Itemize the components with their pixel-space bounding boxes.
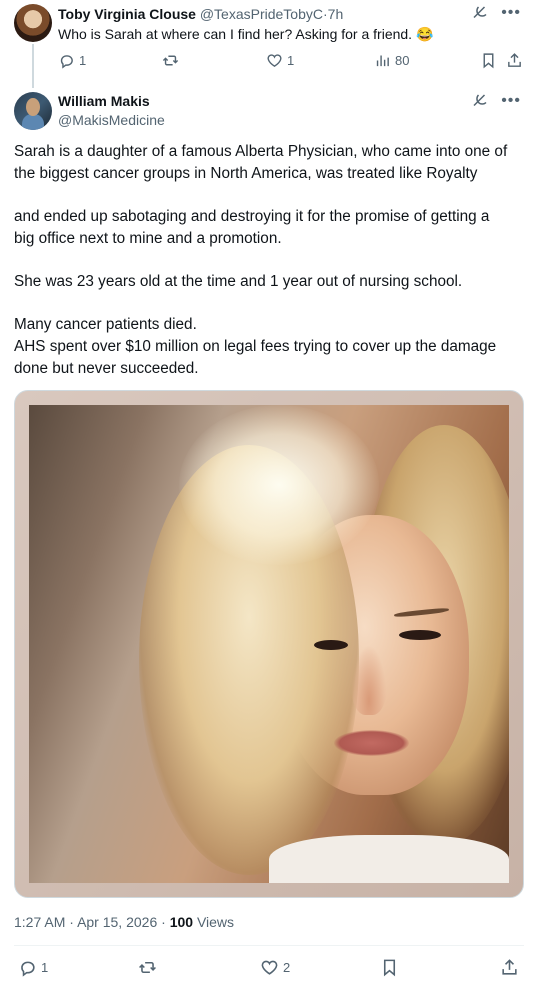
text-line: the biggest cancer groups in North Ameri… bbox=[14, 165, 478, 182]
heart-icon bbox=[261, 960, 278, 975]
share-button[interactable] bbox=[500, 958, 519, 977]
views-button[interactable]: 80 bbox=[374, 52, 409, 69]
tweet-photo[interactable] bbox=[14, 390, 524, 898]
separator: · bbox=[161, 914, 166, 930]
post-date[interactable]: Apr 15, 2026 bbox=[77, 914, 157, 930]
views-count: 100 bbox=[169, 914, 194, 930]
main-header-icons: ••• bbox=[471, 92, 521, 110]
like-button[interactable]: 1 bbox=[266, 52, 294, 69]
reply-count: 1 bbox=[41, 960, 49, 975]
author-handle[interactable]: @TexasPrideTobyC bbox=[200, 6, 323, 22]
author-name[interactable]: Toby Virginia Clouse bbox=[58, 6, 196, 22]
views-count: 80 bbox=[395, 53, 410, 68]
repost-button[interactable] bbox=[162, 52, 179, 69]
tweet-text: Sarah is a daughter of a famous Alberta … bbox=[14, 141, 524, 380]
reply-action-bar: 1 1 80 bbox=[58, 52, 524, 74]
thread-line bbox=[32, 44, 34, 88]
text-line: AHS spent over $10 million on legal fees… bbox=[14, 338, 497, 355]
text-line: She was 23 years old at the time and 1 y… bbox=[14, 273, 463, 290]
text-line: Many cancer patients died. bbox=[14, 316, 197, 333]
bookmark-icon bbox=[383, 959, 396, 977]
author-handle[interactable]: @MakisMedicine bbox=[58, 112, 165, 128]
more-icon[interactable]: ••• bbox=[501, 4, 521, 22]
repost-icon bbox=[162, 55, 179, 66]
portrait-image bbox=[29, 405, 509, 883]
views-label: Views bbox=[196, 914, 235, 930]
reply-button[interactable]: 1 bbox=[58, 52, 86, 69]
reply-icon bbox=[60, 55, 73, 69]
separator: · bbox=[69, 914, 74, 930]
divider bbox=[14, 945, 524, 946]
reply-header-icons: ••• bbox=[471, 4, 521, 22]
text-line: done but never succeeded. bbox=[14, 360, 199, 377]
reply-icon bbox=[21, 961, 35, 977]
share-icon bbox=[508, 53, 521, 67]
avatar[interactable] bbox=[14, 92, 52, 130]
grok-icon[interactable] bbox=[471, 4, 489, 22]
heart-icon bbox=[267, 54, 282, 68]
bookmark-button[interactable] bbox=[480, 52, 497, 69]
analytics-icon bbox=[376, 55, 389, 67]
like-count: 2 bbox=[283, 960, 291, 975]
reply-header: Toby Virginia Clouse @TexasPrideTobyC·7h bbox=[58, 6, 343, 22]
bookmark-icon bbox=[483, 53, 494, 69]
main-action-bar: 1 2 bbox=[14, 958, 524, 980]
repost-button[interactable] bbox=[138, 958, 157, 977]
more-icon[interactable]: ••• bbox=[501, 92, 521, 110]
post-time[interactable]: 1:27 AM bbox=[14, 914, 65, 930]
share-icon bbox=[502, 959, 517, 975]
like-count: 1 bbox=[287, 53, 295, 68]
avatar[interactable] bbox=[14, 4, 52, 42]
text-line: Sarah is a daughter of a famous Alberta … bbox=[14, 143, 508, 160]
timestamp[interactable]: 7h bbox=[328, 6, 344, 22]
reply-text: Who is Sarah at where can I find her? As… bbox=[58, 26, 434, 42]
text-line: big office next to mine and a promotion. bbox=[14, 230, 282, 247]
reply-count: 1 bbox=[79, 53, 87, 68]
tweet-meta: 1:27 AM · Apr 15, 2026 · 100 Views bbox=[14, 914, 234, 930]
bookmark-button[interactable] bbox=[380, 958, 399, 977]
reply-button[interactable]: 1 bbox=[18, 958, 48, 977]
reply-tweet[interactable]: Toby Virginia Clouse @TexasPrideTobyC·7h… bbox=[0, 0, 535, 88]
author-name[interactable]: William Makis bbox=[58, 93, 150, 109]
text-line: and ended up sabotaging and destroying i… bbox=[14, 208, 490, 225]
repost-icon bbox=[139, 961, 156, 974]
like-button[interactable]: 2 bbox=[260, 958, 290, 977]
grok-icon[interactable] bbox=[471, 92, 489, 110]
share-button[interactable] bbox=[506, 52, 523, 69]
